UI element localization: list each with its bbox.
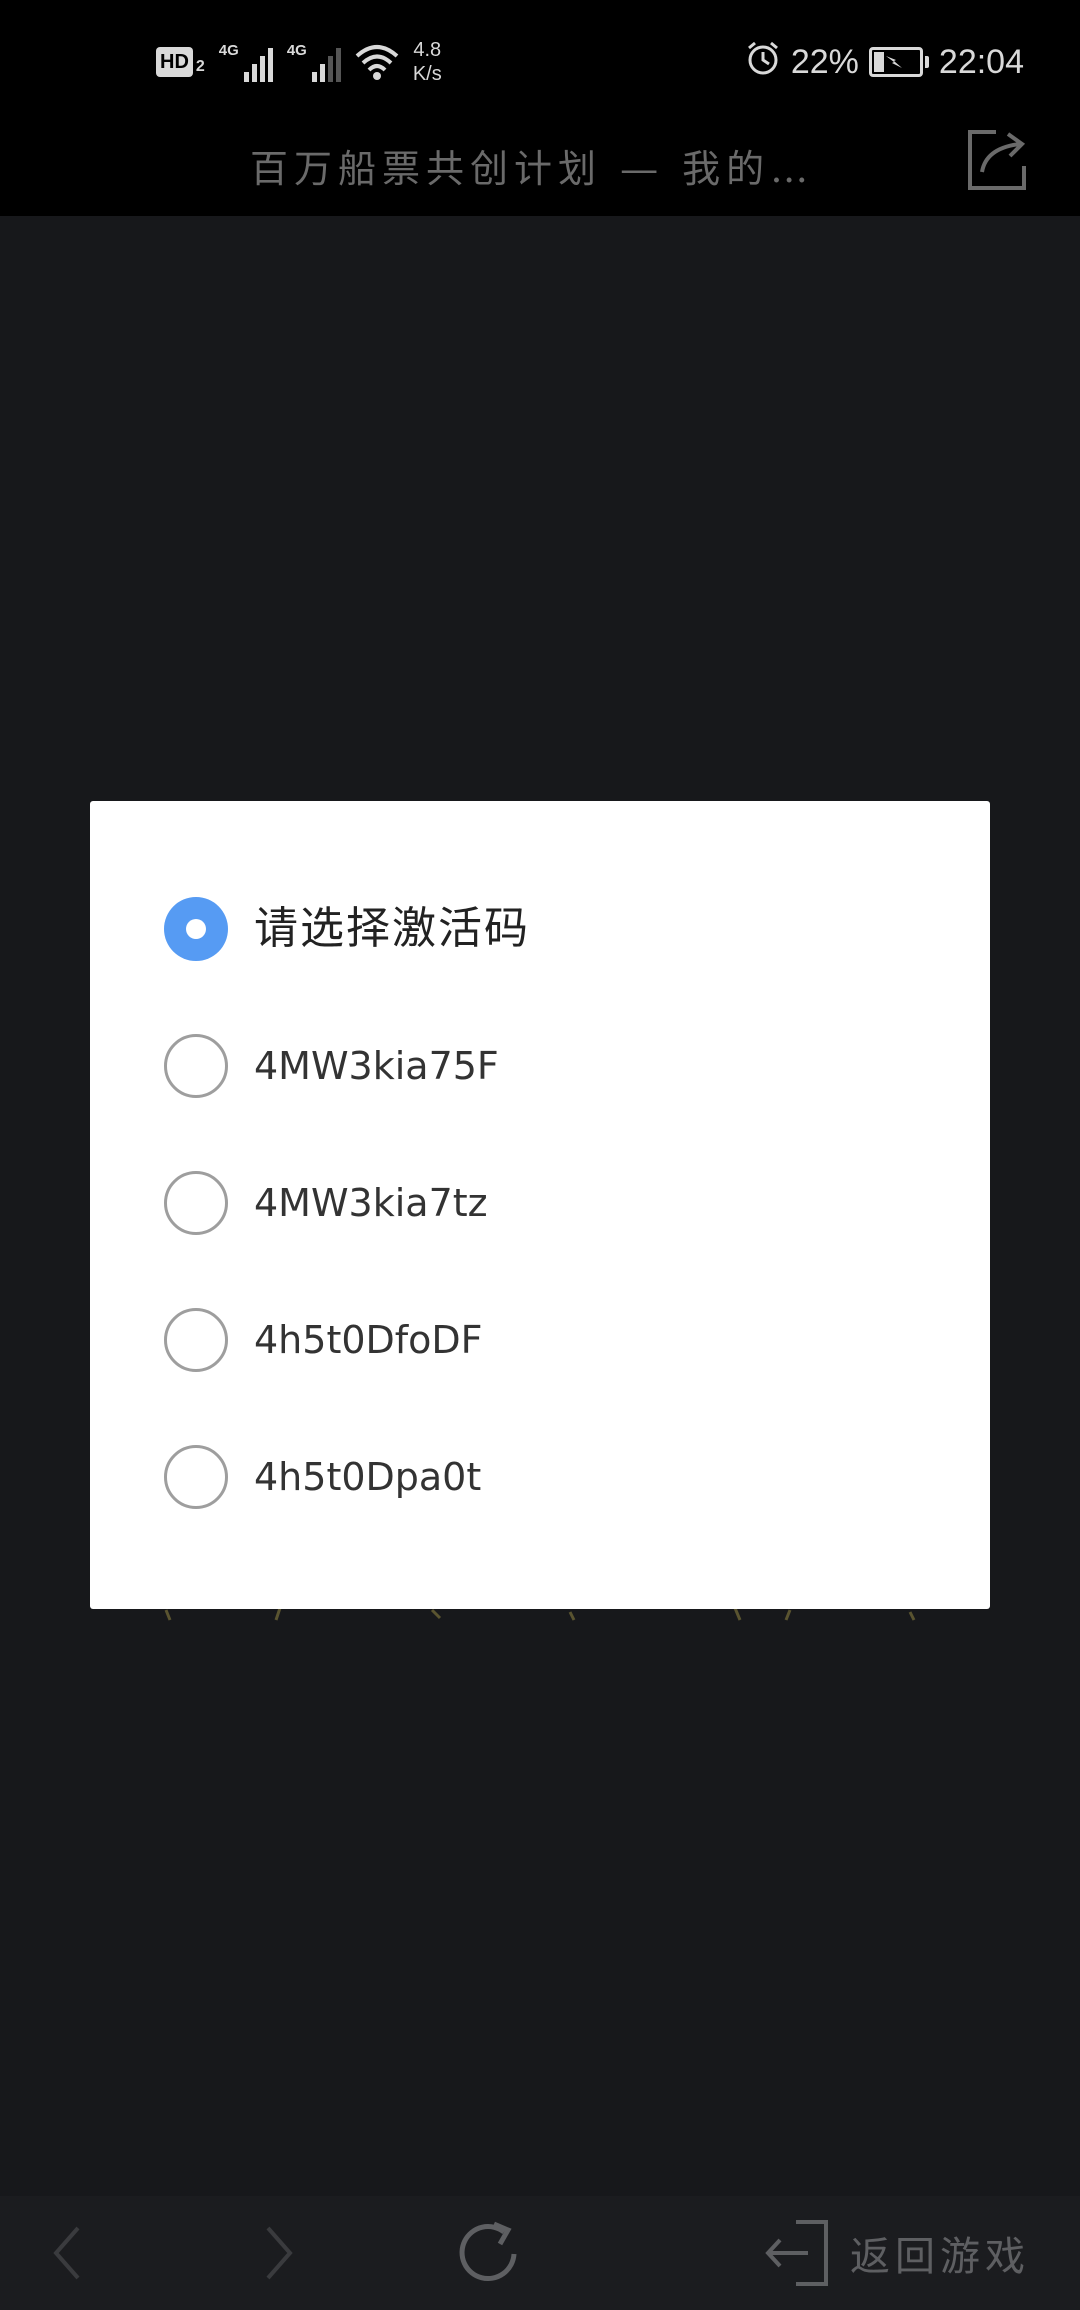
radio-button-checked[interactable] (164, 897, 228, 961)
radio-button[interactable] (164, 1308, 228, 1372)
forward-button[interactable] (238, 2216, 318, 2290)
option-code-2[interactable]: 4MW3kia7tz (90, 1171, 990, 1308)
return-to-game-button[interactable]: 返回游戏 (762, 2216, 1030, 2290)
status-left: HD 2 4G 4G 4.8 K/s (156, 36, 442, 88)
refresh-button[interactable] (448, 2216, 532, 2290)
option-label: 4MW3kia7tz (254, 1181, 488, 1225)
hd-voice-icon: HD 2 (156, 45, 205, 79)
chevron-right-icon (266, 2226, 293, 2280)
battery-charging-icon (868, 47, 929, 77)
back-button[interactable] (30, 2216, 110, 2290)
clock: 22:04 (938, 42, 1024, 81)
chevron-left-icon (53, 2226, 80, 2280)
hd-label: HD (156, 47, 193, 77)
radio-button[interactable] (164, 1171, 228, 1235)
option-placeholder[interactable]: 请选择激活码 (90, 897, 990, 1034)
network-speed: 4.8 K/s (413, 38, 442, 86)
status-right: 22% 22:04 (745, 38, 1024, 86)
exit-icon (765, 2220, 828, 2286)
wifi-icon (355, 42, 399, 82)
background-text-fragment (164, 1608, 916, 1621)
alarm-icon (745, 40, 781, 85)
option-label: 4MW3kia75F (254, 1044, 499, 1088)
radio-button[interactable] (164, 1034, 228, 1098)
signal-icon: 4G (287, 42, 341, 82)
option-code-3[interactable]: 4h5t0DfoDF (90, 1308, 990, 1445)
share-icon (968, 130, 1026, 190)
status-bar: HD 2 4G 4G 4.8 K/s 22% 22:04 (0, 0, 1080, 124)
option-code-1[interactable]: 4MW3kia75F (90, 1034, 990, 1171)
page-title: 百万船票共创计划 — 我的… (250, 147, 815, 191)
bottom-toolbar: 返回游戏 (0, 2196, 1080, 2310)
option-code-4[interactable]: 4h5t0Dpa0t (90, 1445, 990, 1582)
network-type-label: 4G (286, 42, 307, 59)
speed-value: 4.8 (413, 39, 442, 61)
network-type-label: 4G (218, 42, 239, 59)
speed-unit: K/s (412, 63, 442, 85)
return-to-game-label: 返回游戏 (850, 2234, 1030, 2280)
app-header: 百万船票共创计划 — 我的… (0, 124, 1080, 216)
share-button[interactable] (962, 126, 1032, 196)
hd-sim-label: 2 (195, 58, 205, 75)
battery-percent: 22% (790, 42, 859, 81)
activation-code-dialog: 请选择激活码 4MW3kia75F 4MW3kia7tz 4h5t0DfoDF … (90, 801, 990, 1609)
radio-button[interactable] (164, 1445, 228, 1509)
signal-icon: 4G (219, 42, 273, 82)
option-label: 请选择激活码 (254, 903, 530, 954)
refresh-icon (459, 2221, 517, 2281)
option-label: 4h5t0Dpa0t (254, 1455, 482, 1499)
option-label: 4h5t0DfoDF (254, 1318, 483, 1362)
